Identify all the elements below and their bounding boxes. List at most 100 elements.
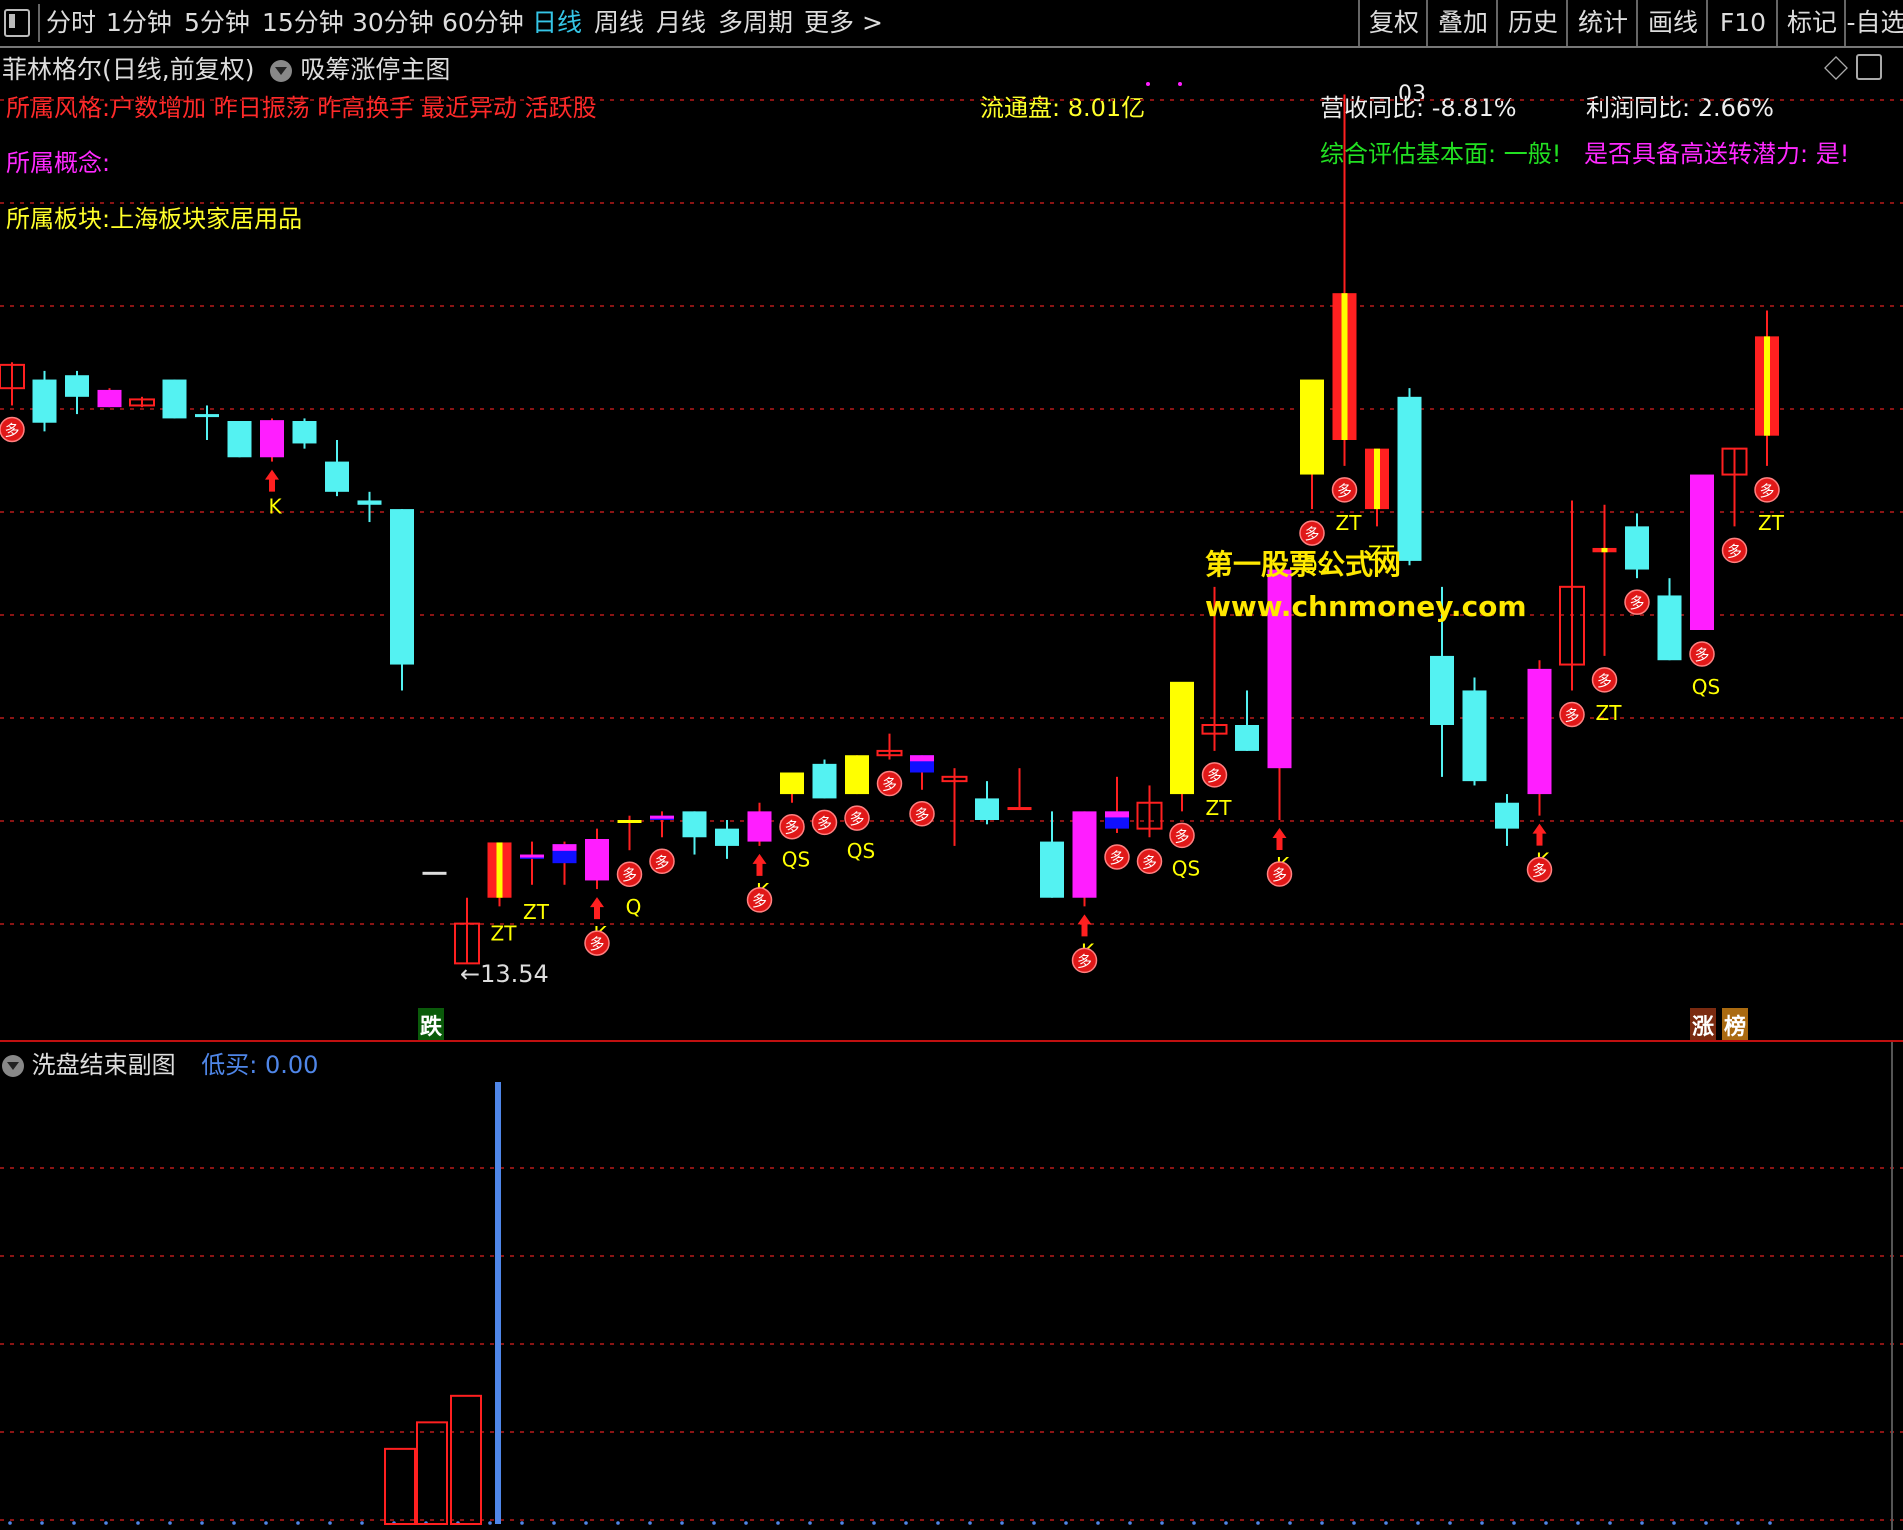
sub-bar: [416, 1421, 448, 1525]
candle-body-top: [520, 854, 544, 858]
sub-baseline-dot: [1192, 1521, 1196, 1525]
period-tab-0[interactable]: 分时: [46, 0, 96, 46]
period-tab-2[interactable]: 5分钟: [184, 0, 250, 46]
sub-baseline-dot: [200, 1521, 204, 1525]
candle-body: [617, 820, 642, 823]
sub-baseline-dot: [520, 1521, 524, 1525]
sub-baseline-dot: [488, 1521, 492, 1525]
candle-body: [1235, 725, 1259, 751]
candle-body: [292, 421, 317, 444]
period-tab-6[interactable]: 日线: [532, 0, 582, 46]
buy-arrow-icon: [752, 853, 767, 876]
candle-body: [715, 828, 739, 846]
period-tab-7[interactable]: 周线: [594, 0, 644, 46]
sub-baseline-dot: [1256, 1521, 1260, 1525]
candle-body: [1170, 681, 1194, 795]
candle-body: [1072, 811, 1097, 898]
signal-label: QS: [1172, 856, 1200, 880]
candle-limit-stripe: [1341, 293, 1348, 440]
duo-signal-text: 多: [752, 892, 767, 910]
sub-baseline-dot: [584, 1521, 588, 1525]
rise-badge[interactable]: 涨: [1690, 1008, 1717, 1042]
candle-body: [1690, 474, 1714, 630]
sub-baseline-dot: [1576, 1521, 1580, 1525]
toolbar-button-0[interactable]: 复权: [1358, 0, 1428, 46]
sidebar-toggle-icon[interactable]: [4, 9, 30, 37]
sub-baseline-dot: [744, 1521, 748, 1525]
sub-baseline-dot: [808, 1521, 812, 1525]
candle-body: [780, 772, 804, 795]
sub-baseline-dot: [680, 1521, 684, 1525]
period-tab-10[interactable]: 更多 >: [804, 0, 883, 46]
candle-body: [682, 811, 707, 838]
sub-baseline-dot: [648, 1521, 652, 1525]
signal-label: ZT: [1596, 701, 1623, 725]
toolbar-button-7[interactable]: -自选: [1844, 0, 1903, 46]
duo-signal-text: 多: [1629, 594, 1644, 612]
rank-badge[interactable]: 榜: [1722, 1008, 1749, 1042]
duo-signal-text: 多: [1077, 952, 1092, 970]
period-tab-9[interactable]: 多周期: [718, 0, 793, 46]
toolbar-button-2[interactable]: 历史: [1496, 0, 1568, 46]
duo-signal-text: 多: [1304, 525, 1319, 543]
sub-baseline-dot: [616, 1521, 620, 1525]
signal-label: ZT: [1336, 511, 1363, 535]
duo-signal-text: 多: [1759, 482, 1774, 500]
fall-badge[interactable]: 跌: [418, 1008, 445, 1042]
signal-label: ZT: [491, 921, 518, 945]
toolbar-button-5[interactable]: F10: [1706, 0, 1778, 46]
duo-signal-text: 多: [654, 853, 669, 871]
duo-signal-text: 多: [1337, 482, 1352, 500]
sub-baseline-dot: [136, 1521, 140, 1525]
candle-body: [1527, 668, 1552, 795]
candle-body: [325, 461, 349, 492]
candlestick-chart[interactable]: 多KZTZTK多多Q多K多多QS多多QS多多K多多多多QS多ZTK多多QS多ZT…: [0, 48, 1903, 1040]
candle-body: [1625, 526, 1649, 570]
sub-baseline-dot: [712, 1521, 716, 1525]
sub-baseline-dot: [1416, 1521, 1420, 1525]
sub-baseline-dot: [40, 1521, 44, 1525]
period-tab-5[interactable]: 60分钟: [442, 0, 524, 46]
sub-baseline-dot: [1544, 1521, 1548, 1525]
candle-body: [1007, 807, 1032, 811]
candle-body: [1430, 655, 1454, 725]
period-tab-3[interactable]: 15分钟: [262, 0, 344, 46]
candle-body: [422, 871, 447, 875]
toolbar-button-1[interactable]: 叠加: [1426, 0, 1498, 46]
sub-baseline-dot: [296, 1521, 300, 1525]
candle-body: [975, 798, 999, 820]
candle-body: [32, 379, 57, 423]
buy-arrow-icon: [265, 469, 279, 492]
sub-baseline-dot: [168, 1521, 172, 1525]
period-tab-1[interactable]: 1分钟: [106, 0, 172, 46]
sub-baseline-dot: [1608, 1521, 1612, 1525]
duo-signal-text: 多: [589, 935, 604, 953]
duo-signal-text: 多: [1694, 646, 1709, 664]
dot-marker: [1146, 82, 1150, 86]
period-tab-4[interactable]: 30分钟: [352, 0, 434, 46]
sub-baseline-dot: [1480, 1521, 1484, 1525]
toolbar-button-4[interactable]: 画线: [1636, 0, 1708, 46]
duo-signal-text: 多: [849, 810, 864, 828]
sub-baseline-dot: [904, 1521, 908, 1525]
candle-body-top: [910, 755, 934, 762]
k-signal-label: K: [268, 495, 282, 519]
sub-baseline-dot: [1320, 1521, 1324, 1525]
toolbar-button-3[interactable]: 统计: [1566, 0, 1638, 46]
watermark-url: www.chnmoney.com: [1205, 590, 1527, 623]
candle-body: [845, 755, 869, 795]
toolbar-button-6[interactable]: 标记: [1776, 0, 1846, 46]
sub-baseline-dot: [1160, 1521, 1164, 1525]
sub-bar: [495, 1082, 501, 1524]
signal-label: QS: [847, 839, 875, 863]
candle-limit-stripe: [1374, 448, 1380, 510]
buy-arrow-icon: [1077, 914, 1092, 937]
candle-body: [1462, 690, 1487, 782]
period-tab-8[interactable]: 月线: [656, 0, 706, 46]
sub-indicator-chart[interactable]: [0, 1042, 1903, 1530]
signal-label: QS: [1692, 675, 1720, 699]
candle-body: [97, 389, 122, 408]
sub-bar: [384, 1447, 416, 1525]
candle-limit-stripe: [496, 842, 503, 898]
sub-baseline-dot: [232, 1521, 236, 1525]
